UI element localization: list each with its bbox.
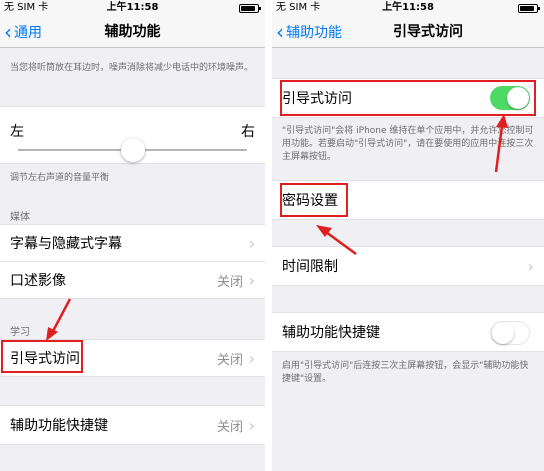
arrow-annotation-icon — [46, 298, 72, 341]
balance-note: 调节左右声道的音量平衡 — [10, 173, 110, 183]
learning-section-header: 学习 — [10, 327, 30, 338]
nav-bar: ‹ 辅助功能 引导式访问 — [272, 16, 544, 48]
status-time: 上午11:58 — [382, 2, 434, 13]
status-icons — [518, 0, 540, 16]
chevron-right-icon: › — [248, 233, 255, 253]
chevron-right-icon: › — [248, 415, 255, 435]
balance-right-label: 右 — [241, 124, 255, 140]
list-item-label: 字幕与隐藏式字幕 — [10, 236, 122, 252]
balance-left-label: 左 — [10, 124, 24, 140]
arrow-annotation-icon — [316, 225, 357, 256]
toggle-knob — [492, 322, 514, 344]
chevron-right-icon: › — [248, 348, 255, 368]
list-item-value: 关闭 — [216, 274, 243, 290]
guided-access-screen: 无 SIM 卡 上午11:58 ‹ 辅助功能 引导式访问 引导式访问 "引导式访… — [272, 0, 544, 471]
chevron-right-icon: › — [248, 270, 255, 290]
battery-icon — [239, 3, 261, 13]
list-item-label: 口述影像 — [10, 273, 66, 289]
list-item[interactable]: 口述影像 关闭 › — [0, 261, 265, 299]
panel-divider — [265, 0, 272, 471]
status-bar: 无 SIM 卡 上午11:58 — [272, 0, 544, 16]
highlight-box — [280, 80, 536, 116]
media-section-header: 媒体 — [10, 212, 30, 223]
status-time: 上午11:58 — [106, 2, 159, 13]
guided-access-value: 关闭 — [216, 352, 243, 368]
list-item[interactable]: 字幕与隐藏式字幕 › — [0, 224, 265, 262]
balance-cell: 左 右 — [0, 106, 265, 164]
arrow-annotation-icon — [494, 114, 508, 173]
status-icons — [239, 0, 261, 16]
page-title: 引导式访问 — [393, 24, 463, 40]
battery-icon — [518, 3, 540, 13]
shortcut-cell[interactable]: 辅助功能快捷键 关闭 › — [0, 405, 265, 445]
shortcut-toggle-cell: 辅助功能快捷键 — [272, 312, 544, 352]
balance-slider-thumb[interactable] — [120, 138, 145, 162]
shortcut-note: 启用"引导式访问"后连按三次主屏幕按钮，会显示"辅助功能快捷键"设置。 — [282, 361, 529, 384]
nav-bar: ‹ 通用 辅助功能 — [0, 16, 265, 48]
accessibility-screen: 无 SIM 卡 上午11:58 ‹ 通用 辅助功能 当您将听筒放在耳边时，噪声消… — [0, 0, 265, 471]
status-bar: 无 SIM 卡 上午11:58 — [0, 0, 265, 16]
shortcut-label: 辅助功能快捷键 — [10, 418, 108, 434]
chevron-right-icon: › — [527, 256, 534, 276]
page-title: 辅助功能 — [104, 24, 161, 40]
shortcut-value: 关闭 — [216, 419, 243, 435]
highlight-box — [280, 183, 348, 217]
shortcut-toggle-label: 辅助功能快捷键 — [282, 325, 380, 341]
shortcut-toggle[interactable] — [490, 321, 530, 345]
noise-cancellation-note: 当您将听筒放在耳边时，噪声消除将减少电话中的环境噪声。 — [10, 63, 254, 73]
